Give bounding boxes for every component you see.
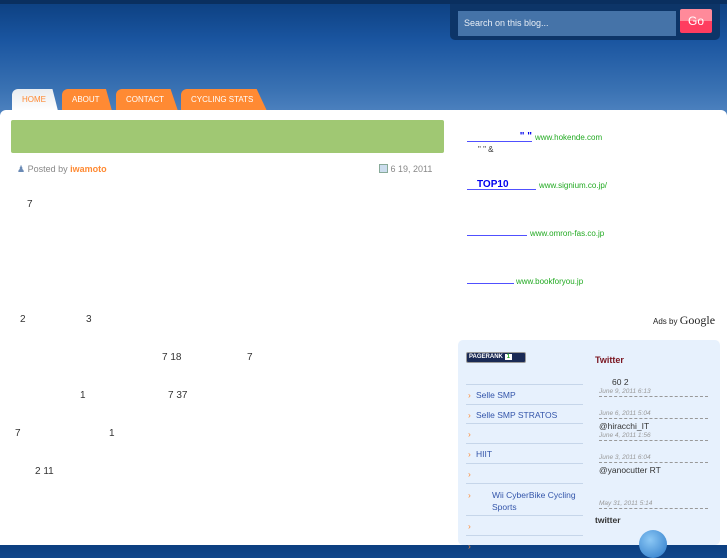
tweet-text: @yanocutter RT	[599, 465, 661, 475]
tweet-text: @hiracchi_IT	[599, 421, 650, 431]
calendar-icon	[379, 164, 388, 173]
category-link[interactable]: Selle SMP	[466, 384, 583, 404]
category-link[interactable]: HIIT	[466, 443, 583, 463]
post-text: 7 18	[162, 352, 182, 363]
ad-link[interactable]	[467, 225, 527, 236]
tab-home[interactable]: HOME	[12, 89, 58, 111]
go-button[interactable]: Go	[680, 9, 712, 33]
post-text: 7	[27, 199, 33, 210]
post-text: 2	[20, 314, 26, 325]
tweet-date[interactable]: May 31, 2011 5:14	[599, 500, 708, 509]
ad-description: " " &	[478, 145, 494, 154]
ad-url[interactable]: www.signium.co.jp/	[539, 181, 607, 190]
ad-url[interactable]: www.hokende.com	[535, 133, 602, 142]
category-link[interactable]	[466, 463, 583, 483]
tweet-date[interactable]: June 4, 2011 1:56	[599, 432, 708, 441]
ad-link[interactable]	[467, 273, 514, 284]
post-text: 7	[247, 352, 253, 363]
category-link[interactable]	[466, 535, 583, 555]
pagerank-badge: PAGERANK 1	[466, 352, 526, 363]
twitter-bird-icon[interactable]	[639, 530, 667, 558]
ad-link[interactable]: " "	[467, 131, 532, 142]
search-box: Search on this blog... Go	[450, 4, 720, 40]
post-text: 2 11	[35, 466, 54, 477]
post-text: 3	[86, 314, 92, 325]
category-link[interactable]: Selle SMP STRATOS	[466, 404, 583, 424]
post-text: 1	[80, 390, 86, 401]
tweet-date[interactable]: June 9, 2011 6:13	[599, 388, 708, 397]
category-link[interactable]: Wii CyberBike Cycling Sports	[466, 483, 583, 515]
ad-url[interactable]: www.omron-fas.co.jp	[530, 229, 604, 238]
category-link[interactable]	[466, 515, 583, 535]
tweet-date[interactable]: June 3, 2011 6:04	[599, 454, 708, 463]
author-link[interactable]: iwamoto	[70, 164, 107, 174]
post-text: 7	[15, 428, 21, 439]
tab-about[interactable]: ABOUT	[62, 89, 112, 111]
tweet-date[interactable]: June 6, 2011 5:04	[599, 410, 708, 419]
post-title-bar	[11, 120, 444, 153]
ad-link[interactable]: TOP10	[467, 179, 536, 190]
ad-url[interactable]: www.bookforyou.jp	[516, 277, 583, 286]
post-author: ♟ Posted by iwamoto	[17, 164, 107, 174]
user-icon: ♟	[17, 164, 26, 174]
tab-contact[interactable]: CONTACT	[116, 89, 178, 111]
post-text: 1	[109, 428, 115, 439]
ads-by-google[interactable]: Ads by Google	[653, 313, 715, 328]
category-link[interactable]	[466, 423, 583, 443]
twitter-title: Twitter	[595, 355, 624, 365]
twitter-footer: twitter	[595, 515, 621, 525]
post-date: 6 19, 2011	[379, 164, 432, 174]
tab-cycling-stats[interactable]: CYCLING STATS	[181, 89, 267, 111]
post-text: 7 37	[168, 390, 188, 401]
search-input[interactable]: Search on this blog...	[458, 11, 676, 36]
tweet-text: 60 2	[612, 377, 629, 387]
